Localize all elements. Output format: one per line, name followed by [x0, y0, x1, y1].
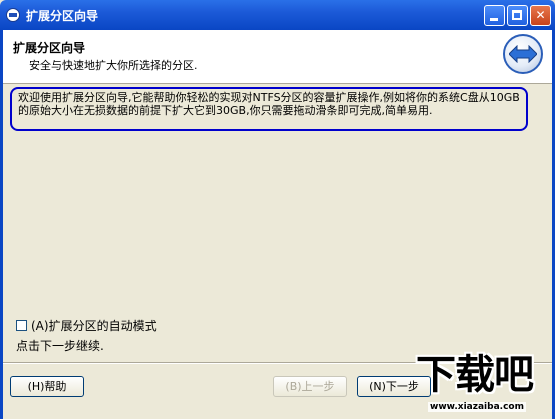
close-icon: ✕: [535, 8, 546, 22]
watermark-url: www.xiazaiba.com: [428, 402, 526, 412]
header-subtitle: 安全与快速地扩大你所选择的分区.: [29, 59, 198, 72]
minimize-button[interactable]: [484, 5, 505, 26]
minimize-icon: [490, 18, 498, 21]
app-icon[interactable]: [6, 8, 20, 22]
continue-hint: 点击下一步继续.: [16, 339, 104, 353]
back-button[interactable]: (B)上一步: [273, 376, 347, 397]
close-button[interactable]: ✕: [530, 5, 551, 26]
header-title: 扩展分区向导: [13, 41, 86, 55]
help-button[interactable]: (H)帮助: [10, 376, 84, 397]
auto-mode-label[interactable]: (A)扩展分区的自动模式: [31, 317, 157, 334]
watermark: 下载吧 www.xiazaiba.com: [416, 352, 555, 419]
window-title: 扩展分区向导: [26, 9, 99, 23]
maximize-button[interactable]: [507, 5, 528, 26]
wizard-header: 扩展分区向导 安全与快速地扩大你所选择的分区.: [3, 30, 552, 84]
auto-mode-checkbox[interactable]: [16, 320, 27, 331]
watermark-logo: 下载吧: [416, 352, 534, 398]
title-bar[interactable]: 扩展分区向导 ✕: [0, 0, 555, 30]
maximize-icon: [512, 10, 522, 20]
resize-arrows-icon: [503, 34, 543, 74]
window-border-left: [0, 30, 3, 419]
description-box: 欢迎使用扩展分区向导,它能帮助你轻松的实现对NTFS分区的容量扩展操作,例如将你…: [10, 87, 528, 131]
auto-mode-option[interactable]: (A)扩展分区的自动模式: [16, 317, 157, 334]
